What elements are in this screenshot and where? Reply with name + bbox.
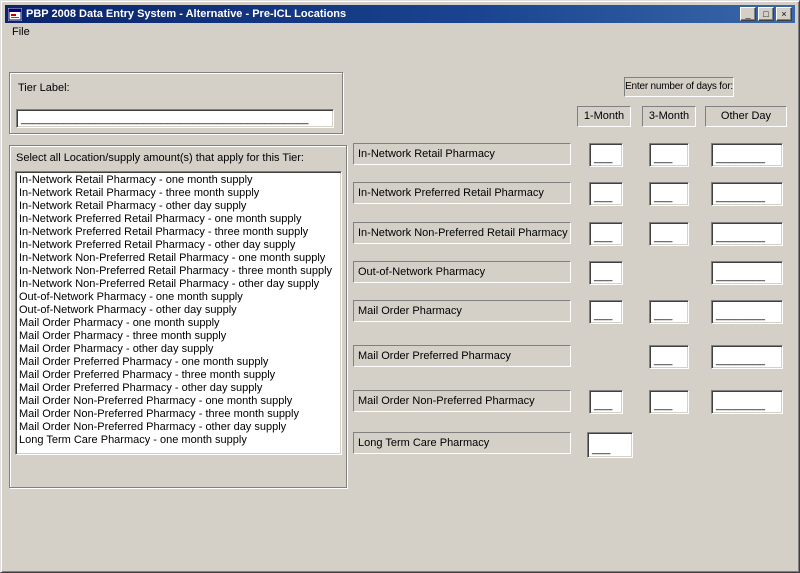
list-item[interactable]: In-Network Non-Preferred Retail Pharmacy… xyxy=(19,265,341,278)
list-item[interactable]: Out-of-Network Pharmacy - one month supp… xyxy=(19,291,341,304)
minimize-button[interactable]: _ xyxy=(740,7,756,21)
days-input-mail-order-non-preferred-3-month[interactable]: ___ xyxy=(649,390,689,414)
window-controls: _ □ × xyxy=(740,7,792,21)
days-input-in-network-preferred-retail-3-month[interactable]: ___ xyxy=(649,182,689,206)
maximize-button[interactable]: □ xyxy=(758,7,774,21)
locations-group-label: Select all Location/supply amount(s) tha… xyxy=(16,152,304,164)
list-item[interactable]: Mail Order Pharmacy - one month supply xyxy=(19,317,341,330)
days-input-in-network-non-preferred-retail-3-month[interactable]: ___ xyxy=(649,222,689,246)
list-item[interactable]: Mail Order Preferred Pharmacy - other da… xyxy=(19,382,341,395)
days-header: Enter number of days for: xyxy=(624,77,734,97)
title-bar[interactable]: PBP 2008 Data Entry System - Alternative… xyxy=(5,5,795,23)
location-label-long-term-care: Long Term Care Pharmacy xyxy=(353,432,571,454)
days-input-in-network-non-preferred-retail-1-month[interactable]: ___ xyxy=(589,222,623,246)
list-item[interactable]: Mail Order Preferred Pharmacy - one mont… xyxy=(19,356,341,369)
close-button[interactable]: × xyxy=(776,7,792,21)
days-input-in-network-preferred-retail-1-month[interactable]: ___ xyxy=(589,182,623,206)
days-input-out-of-network-1-month[interactable]: ___ xyxy=(589,261,623,285)
list-item[interactable]: Mail Order Preferred Pharmacy - three mo… xyxy=(19,369,341,382)
column-header-other-day: Other Day xyxy=(705,106,787,127)
list-item[interactable]: Mail Order Pharmacy - three month supply xyxy=(19,330,341,343)
days-input-mail-order-preferred-3-month[interactable]: ___ xyxy=(649,345,689,369)
days-input-mail-order-non-preferred-other-day[interactable]: ________ xyxy=(711,390,783,414)
days-input-in-network-preferred-retail-other-day[interactable]: ________ xyxy=(711,182,783,206)
days-input-mail-order-3-month[interactable]: ___ xyxy=(649,300,689,324)
tier-group-label: Tier Label: xyxy=(18,82,70,94)
days-input-long-term-care-1-month[interactable]: ___ xyxy=(587,432,633,458)
days-input-out-of-network-other-day[interactable]: ________ xyxy=(711,261,783,285)
tier-group: Tier Label: ____________________________… xyxy=(9,72,343,134)
menu-bar: File xyxy=(5,23,795,41)
list-item[interactable]: In-Network Non-Preferred Retail Pharmacy… xyxy=(19,278,341,291)
days-input-in-network-retail-other-day[interactable]: ________ xyxy=(711,143,783,167)
list-item[interactable]: Mail Order Pharmacy - other day supply xyxy=(19,343,341,356)
list-item[interactable]: In-Network Retail Pharmacy - three month… xyxy=(19,187,341,200)
list-item[interactable]: In-Network Preferred Retail Pharmacy - o… xyxy=(19,213,341,226)
days-input-mail-order-other-day[interactable]: ________ xyxy=(711,300,783,324)
list-item[interactable]: Mail Order Non-Preferred Pharmacy - thre… xyxy=(19,408,341,421)
location-label-mail-order-non-preferred: Mail Order Non-Preferred Pharmacy xyxy=(353,390,571,412)
window-title: PBP 2008 Data Entry System - Alternative… xyxy=(26,8,346,20)
list-item[interactable]: Mail Order Non-Preferred Pharmacy - othe… xyxy=(19,421,341,434)
days-input-in-network-non-preferred-retail-other-day[interactable]: ________ xyxy=(711,222,783,246)
location-label-in-network-retail: In-Network Retail Pharmacy xyxy=(353,143,571,165)
location-label-out-of-network: Out-of-Network Pharmacy xyxy=(353,261,571,283)
list-item[interactable]: In-Network Non-Preferred Retail Pharmacy… xyxy=(19,252,341,265)
column-header-1-month: 1-Month xyxy=(577,106,631,127)
list-item[interactable]: In-Network Preferred Retail Pharmacy - t… xyxy=(19,226,341,239)
location-label-in-network-preferred-retail: In-Network Preferred Retail Pharmacy xyxy=(353,182,571,204)
days-input-mail-order-preferred-other-day[interactable]: ________ xyxy=(711,345,783,369)
column-header-3-month: 3-Month xyxy=(642,106,696,127)
locations-group: Select all Location/supply amount(s) tha… xyxy=(9,145,347,488)
days-input-mail-order-1-month[interactable]: ___ xyxy=(589,300,623,324)
app-icon[interactable] xyxy=(8,8,22,21)
list-item[interactable]: Long Term Care Pharmacy - one month supp… xyxy=(19,434,341,447)
window-frame: PBP 2008 Data Entry System - Alternative… xyxy=(0,0,800,573)
days-input-mail-order-non-preferred-1-month[interactable]: ___ xyxy=(589,390,623,414)
locations-listbox[interactable]: In-Network Retail Pharmacy - one month s… xyxy=(15,171,342,455)
list-item[interactable]: Out-of-Network Pharmacy - other day supp… xyxy=(19,304,341,317)
location-label-mail-order-preferred: Mail Order Preferred Pharmacy xyxy=(353,345,571,367)
tier-label-input[interactable]: ________________________________________… xyxy=(16,109,334,128)
menu-file[interactable]: File xyxy=(5,24,37,40)
days-input-in-network-retail-3-month[interactable]: ___ xyxy=(649,143,689,167)
location-label-in-network-non-preferred-retail: In-Network Non-Preferred Retail Pharmacy xyxy=(353,222,571,244)
days-input-in-network-retail-1-month[interactable]: ___ xyxy=(589,143,623,167)
list-item[interactable]: In-Network Preferred Retail Pharmacy - o… xyxy=(19,239,341,252)
list-item[interactable]: Mail Order Non-Preferred Pharmacy - one … xyxy=(19,395,341,408)
list-item[interactable]: In-Network Retail Pharmacy - one month s… xyxy=(19,174,341,187)
list-item[interactable]: In-Network Retail Pharmacy - other day s… xyxy=(19,200,341,213)
location-label-mail-order: Mail Order Pharmacy xyxy=(353,300,571,322)
